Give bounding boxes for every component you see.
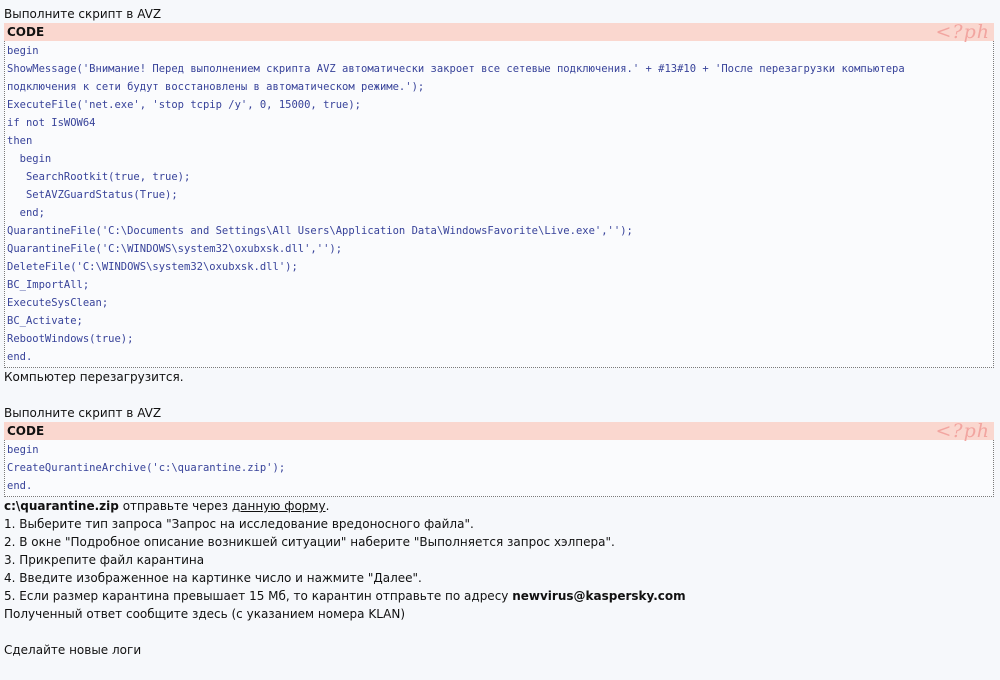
intro-text-2: Выполните скрипт в AVZ (4, 406, 162, 420)
code-box-2: CODE <?ph begin CreateQurantineArchive('c… (4, 422, 994, 497)
step-1: 1. Выберите тип запроса "Запрос на иссле… (4, 517, 474, 531)
code-header-2: CODE <?ph (4, 420, 994, 442)
code-label: CODE (7, 25, 45, 39)
step-4: 4. Введите изображенное на картинке числ… (4, 571, 422, 585)
code-line: if not IsWOW64 (7, 117, 96, 129)
intro-text-1: Выполните скрипт в AVZ (4, 7, 162, 21)
code-label: CODE (7, 424, 45, 438)
email-address: newvirus@kaspersky.com (512, 589, 686, 603)
reply-instruction: Полученный ответ сообщите здесь (с указа… (4, 607, 406, 621)
code-line: then (7, 135, 33, 147)
code-line: BC_Activate; (7, 315, 83, 327)
code-line: SearchRootkit(true, true); (7, 171, 191, 183)
step-5: 5. Если размер карантина превышает 15 Мб… (4, 587, 996, 605)
code-line: QuarantineFile('C:\Documents and Setting… (7, 225, 633, 237)
code-line: ExecuteSysClean; (7, 297, 109, 309)
new-logs-instruction: Сделайте новые логи (4, 643, 142, 657)
code-line: end. (7, 480, 33, 492)
step-3: 3. Прикрепите файл карантина (4, 553, 205, 567)
code-line: BC_ImportAll; (7, 279, 90, 291)
code-line: end; (7, 207, 45, 219)
send-text: отправьте через (118, 499, 232, 513)
form-link[interactable]: данную форму (232, 499, 326, 513)
code-line: end. (7, 351, 33, 363)
step-5-text: 5. Если размер карантина превышает 15 Мб… (4, 589, 513, 603)
code-body-1[interactable]: begin ShowMessage('Внимание! Перед выполн… (4, 41, 994, 368)
code-line: CreateQurantineArchive('c:\quarantine.zi… (7, 462, 286, 474)
post-body: Выполните скрипт в AVZ CODE <?ph begin Sh… (0, 0, 996, 659)
code-line: ExecuteFile('net.exe', 'stop tcpip /y', … (7, 99, 362, 111)
php-tag-logo: <?ph (935, 420, 990, 442)
code-body-2[interactable]: begin CreateQurantineArchive('c:\quaranti… (4, 440, 994, 497)
send-end: . (325, 499, 330, 513)
code-header-1: CODE <?ph (4, 21, 994, 43)
code-line: begin (7, 45, 39, 57)
code-line: ShowMessage('Внимание! Перед выполнением… (7, 63, 905, 75)
send-instruction: c:\quarantine.zip отправьте через данную… (4, 497, 996, 515)
code-line: QuarantineFile('C:\WINDOWS\system32\oxub… (7, 243, 343, 255)
code-line: RebootWindows(true); (7, 333, 134, 345)
code-line: begin (7, 444, 39, 456)
php-tag-logo: <?ph (935, 21, 990, 43)
code-line: подключения к сети будут восстановлены в… (7, 81, 425, 93)
reboot-note: Компьютер перезагрузится. (4, 370, 184, 384)
step-2: 2. В окне "Подробное описание возникшей … (4, 535, 615, 549)
code-line: SetAVZGuardStatus(True); (7, 189, 178, 201)
code-box-1: CODE <?ph begin ShowMessage('Внимание! Пе… (4, 23, 994, 368)
quarantine-filename: c:\quarantine.zip (4, 499, 119, 513)
code-line: begin (7, 153, 52, 165)
code-line: DeleteFile('C:\WINDOWS\system32\oxubxsk.… (7, 261, 298, 273)
